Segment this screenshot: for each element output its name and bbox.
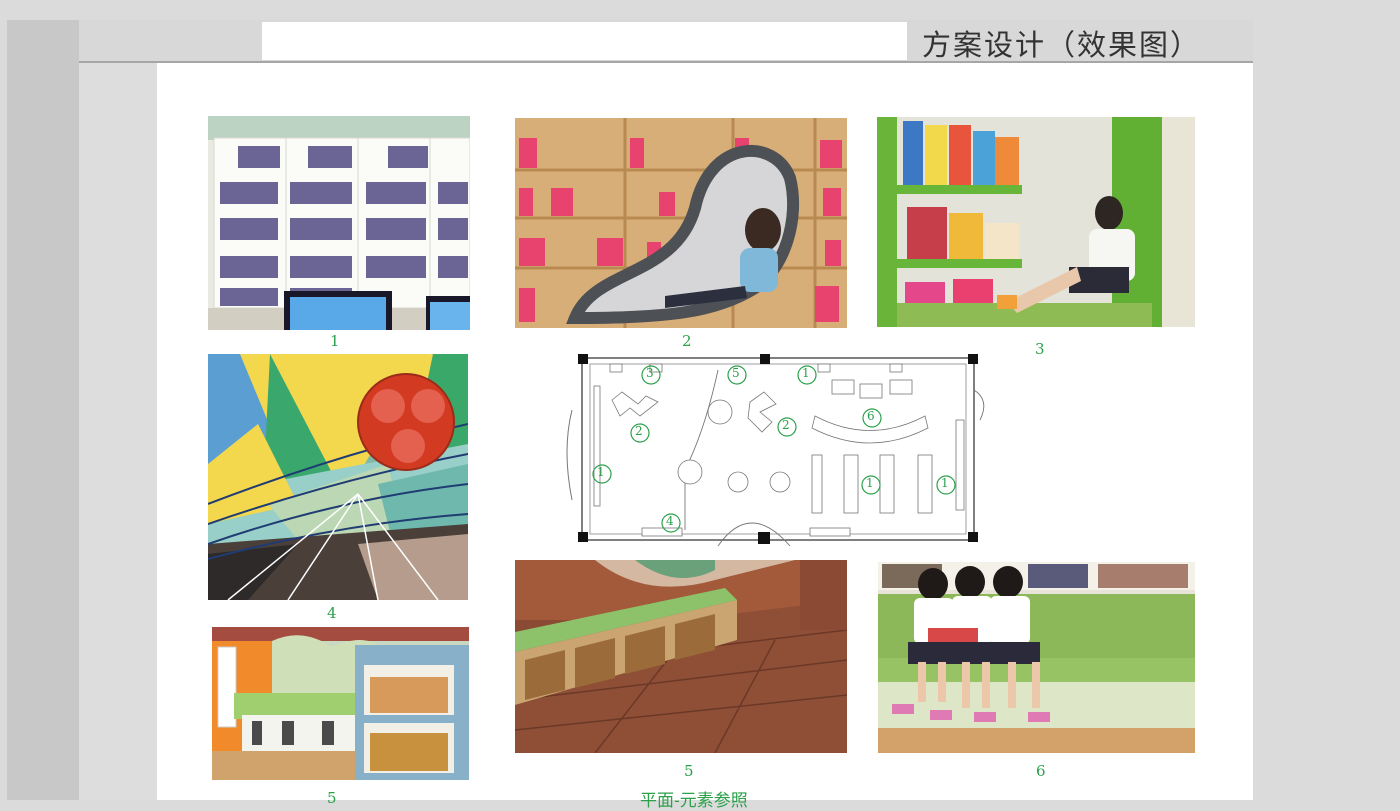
caption-2: 2 <box>682 332 692 350</box>
photo-reading-nook-2 <box>515 118 847 328</box>
caption-1: 1 <box>330 332 340 350</box>
plan-marker-2: 2 <box>635 424 643 438</box>
left-margin-bar <box>7 20 79 800</box>
plan-footer-title: 平面-元素参照 <box>640 791 748 811</box>
plan-marker-1d: 1 <box>941 476 949 490</box>
caption-3: 3 <box>1035 340 1045 358</box>
photo-wood-bench-5 <box>515 560 847 753</box>
plan-marker-4: 4 <box>666 514 674 528</box>
plan-marker-1: 1 <box>802 366 810 380</box>
photo-green-shelf-3 <box>877 117 1195 327</box>
photo-reading-girls-6 <box>878 562 1195 753</box>
plan-marker-6: 6 <box>867 409 875 423</box>
plan-marker-3: 3 <box>646 366 654 380</box>
caption-5a: 5 <box>327 789 337 807</box>
page-title: 方案设计（效果图） <box>922 28 1202 62</box>
plan-marker-2b: 2 <box>782 418 790 432</box>
title-field <box>262 22 907 60</box>
plan-marker-1b: 1 <box>597 465 605 479</box>
caption-4: 4 <box>327 604 337 622</box>
photo-bench-shelf-5 <box>212 627 469 780</box>
left-inner-bar <box>79 20 157 800</box>
plan-marker-5: 5 <box>732 366 740 380</box>
artwork-geometric-4 <box>208 354 468 600</box>
plan-marker-1c: 1 <box>866 476 874 490</box>
photo-bookshelf-1 <box>208 116 470 330</box>
floor-plan: 3 5 1 2 2 6 1 1 1 4 <box>550 350 1000 550</box>
caption-5b: 5 <box>684 762 694 780</box>
caption-6: 6 <box>1036 762 1046 780</box>
